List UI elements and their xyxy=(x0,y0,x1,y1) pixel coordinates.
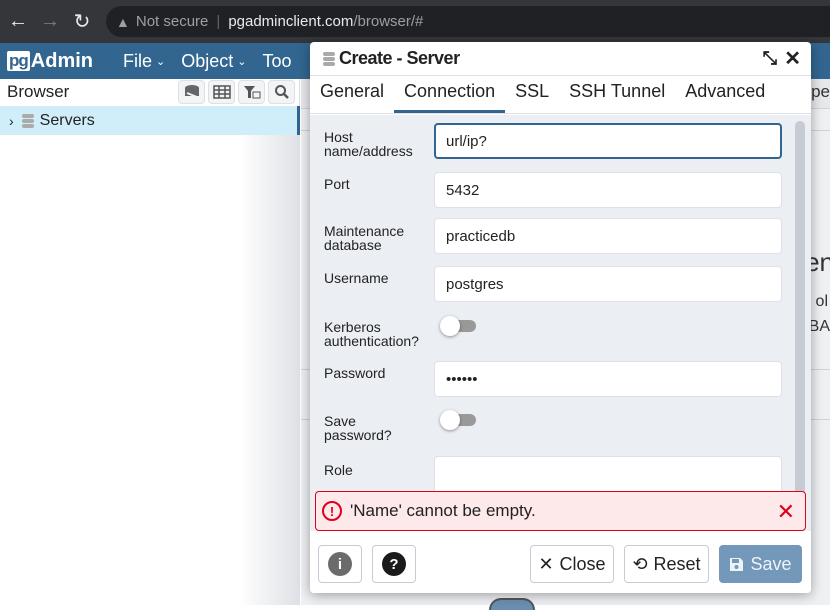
dialog-title: Create - Server xyxy=(339,48,460,68)
panel-shadow xyxy=(239,135,299,605)
username-input[interactable]: postgres xyxy=(434,266,782,302)
error-message: 'Name' cannot be empty. xyxy=(350,501,536,520)
tree-item-label: Servers xyxy=(39,111,95,129)
role-label: Role xyxy=(324,462,353,478)
scrollbar[interactable] xyxy=(795,121,805,531)
chevron-down-icon: ⌄ xyxy=(156,55,166,68)
menu-object[interactable]: Object ⌄ xyxy=(181,51,246,72)
browser-panel-header: Browser xyxy=(0,79,299,104)
dialog-tabs: General Connection SSL SSH Tunnel Advanc… xyxy=(310,76,811,114)
kerberos-toggle[interactable] xyxy=(440,316,476,336)
browser-panel-title: Browser xyxy=(7,81,70,101)
logo-pg: pg xyxy=(7,51,30,71)
postgres-elephant-icon xyxy=(489,598,535,610)
tab-connection[interactable]: Connection xyxy=(394,81,506,113)
chevron-down-icon: ⌄ xyxy=(237,55,247,68)
help-icon: ? xyxy=(382,552,406,576)
host-label: Host name/address xyxy=(324,130,429,158)
reset-button[interactable]: ⟲ Reset xyxy=(624,545,709,583)
tab-general[interactable]: General xyxy=(310,81,394,113)
dialog-footer: i ? ✕ Close ⟲ Reset Save xyxy=(310,535,811,593)
browser-panel: Browser › Servers xyxy=(0,79,300,605)
toggle-knob xyxy=(440,316,460,336)
reset-label: Reset xyxy=(653,553,701,574)
tab-ssh-tunnel[interactable]: SSH Tunnel xyxy=(559,81,675,113)
help-button[interactable]: ? xyxy=(372,545,416,583)
dismiss-error-icon[interactable]: ✕ xyxy=(777,499,795,525)
chevron-right-icon[interactable]: › xyxy=(9,113,14,129)
tree-item-servers[interactable]: › Servers xyxy=(0,106,300,135)
logo-admin: Admin xyxy=(30,49,93,72)
search-objects-icon[interactable] xyxy=(268,79,295,104)
query-tool-icon[interactable] xyxy=(178,79,205,104)
username-label: Username xyxy=(324,270,389,286)
error-notification: ! 'Name' cannot be empty. ✕ xyxy=(315,491,806,531)
close-button[interactable]: ✕ Close xyxy=(530,545,614,583)
filtered-rows-icon[interactable] xyxy=(238,79,265,104)
kerberos-label-line2: authentication? xyxy=(324,333,419,349)
background-text-fragment: ol xyxy=(815,293,828,310)
save-label: Save xyxy=(750,553,792,574)
tab-advanced[interactable]: Advanced xyxy=(675,81,775,113)
menu-tools-label: Too xyxy=(262,50,292,71)
password-label: Password xyxy=(324,365,386,381)
menu-file[interactable]: File ⌄ xyxy=(123,51,165,72)
host-label-line2: name/address xyxy=(324,143,413,159)
save-button[interactable]: Save xyxy=(719,545,802,583)
close-icon: ✕ xyxy=(538,553,554,574)
arrow-left-icon[interactable]: ← xyxy=(4,8,32,36)
dialog-body: Host name/address url/ip? Port 5432 Main… xyxy=(310,115,811,531)
error-circle-icon: ! xyxy=(322,501,342,521)
kerberos-label-line1: Kerberos xyxy=(324,319,381,335)
close-icon[interactable]: ✕ xyxy=(784,46,801,71)
password-input[interactable]: •••••• xyxy=(434,361,782,397)
menu-file-label: File xyxy=(123,50,153,71)
save-password-label-line2: password? xyxy=(324,427,392,443)
menu-tools[interactable]: Too xyxy=(262,51,291,72)
info-button[interactable]: i xyxy=(318,545,362,583)
create-server-dialog: Create - Server ⤡ ✕ General Connection S… xyxy=(310,42,811,593)
save-icon xyxy=(730,557,744,571)
maximize-icon[interactable]: ⤡ xyxy=(763,48,777,69)
server-icon xyxy=(323,51,335,66)
reset-icon: ⟲ xyxy=(632,553,648,574)
pgadmin-logo: pg Admin xyxy=(7,50,93,73)
port-label: Port xyxy=(324,176,350,192)
view-data-icon[interactable] xyxy=(208,79,235,104)
menu-object-label: Object xyxy=(181,50,234,71)
browser-toolbar: ← → ↻ ▲ Not secure | pgadminclient.com /… xyxy=(0,0,830,43)
arrow-right-icon[interactable]: → xyxy=(36,8,64,36)
save-password-label: Save password? xyxy=(324,414,429,442)
dialog-header[interactable]: Create - Server ⤡ ✕ xyxy=(310,42,811,76)
host-label-line1: Host xyxy=(324,129,353,145)
save-password-label-line1: Save xyxy=(324,413,356,429)
server-group-icon xyxy=(21,113,34,128)
divider: | xyxy=(216,13,221,30)
url-host: pgadminclient.com xyxy=(228,13,354,30)
address-bar[interactable]: ▲ Not secure | pgadminclient.com /browse… xyxy=(106,6,830,37)
toggle-knob xyxy=(440,410,460,430)
url-path: /browser/# xyxy=(353,13,424,30)
host-input[interactable]: url/ip? xyxy=(434,123,782,159)
tab-ssl[interactable]: SSL xyxy=(505,81,559,113)
maintenance-db-input[interactable]: practicedb xyxy=(434,218,782,254)
maintenance-db-label-line2: database xyxy=(324,237,382,253)
info-icon: i xyxy=(328,552,352,576)
save-password-toggle[interactable] xyxy=(440,410,476,430)
maintenance-db-label-line1: Maintenance xyxy=(324,223,405,239)
maintenance-db-label: Maintenance database xyxy=(324,224,429,252)
port-input[interactable]: 5432 xyxy=(434,172,782,208)
kerberos-label: Kerberos authentication? xyxy=(324,320,429,348)
security-label: Not secure xyxy=(135,13,209,30)
reload-icon[interactable]: ↻ xyxy=(68,8,96,36)
warning-triangle-icon: ▲ xyxy=(116,13,130,30)
close-label: Close xyxy=(559,553,606,574)
background-tab-fragment: pe xyxy=(811,82,830,101)
